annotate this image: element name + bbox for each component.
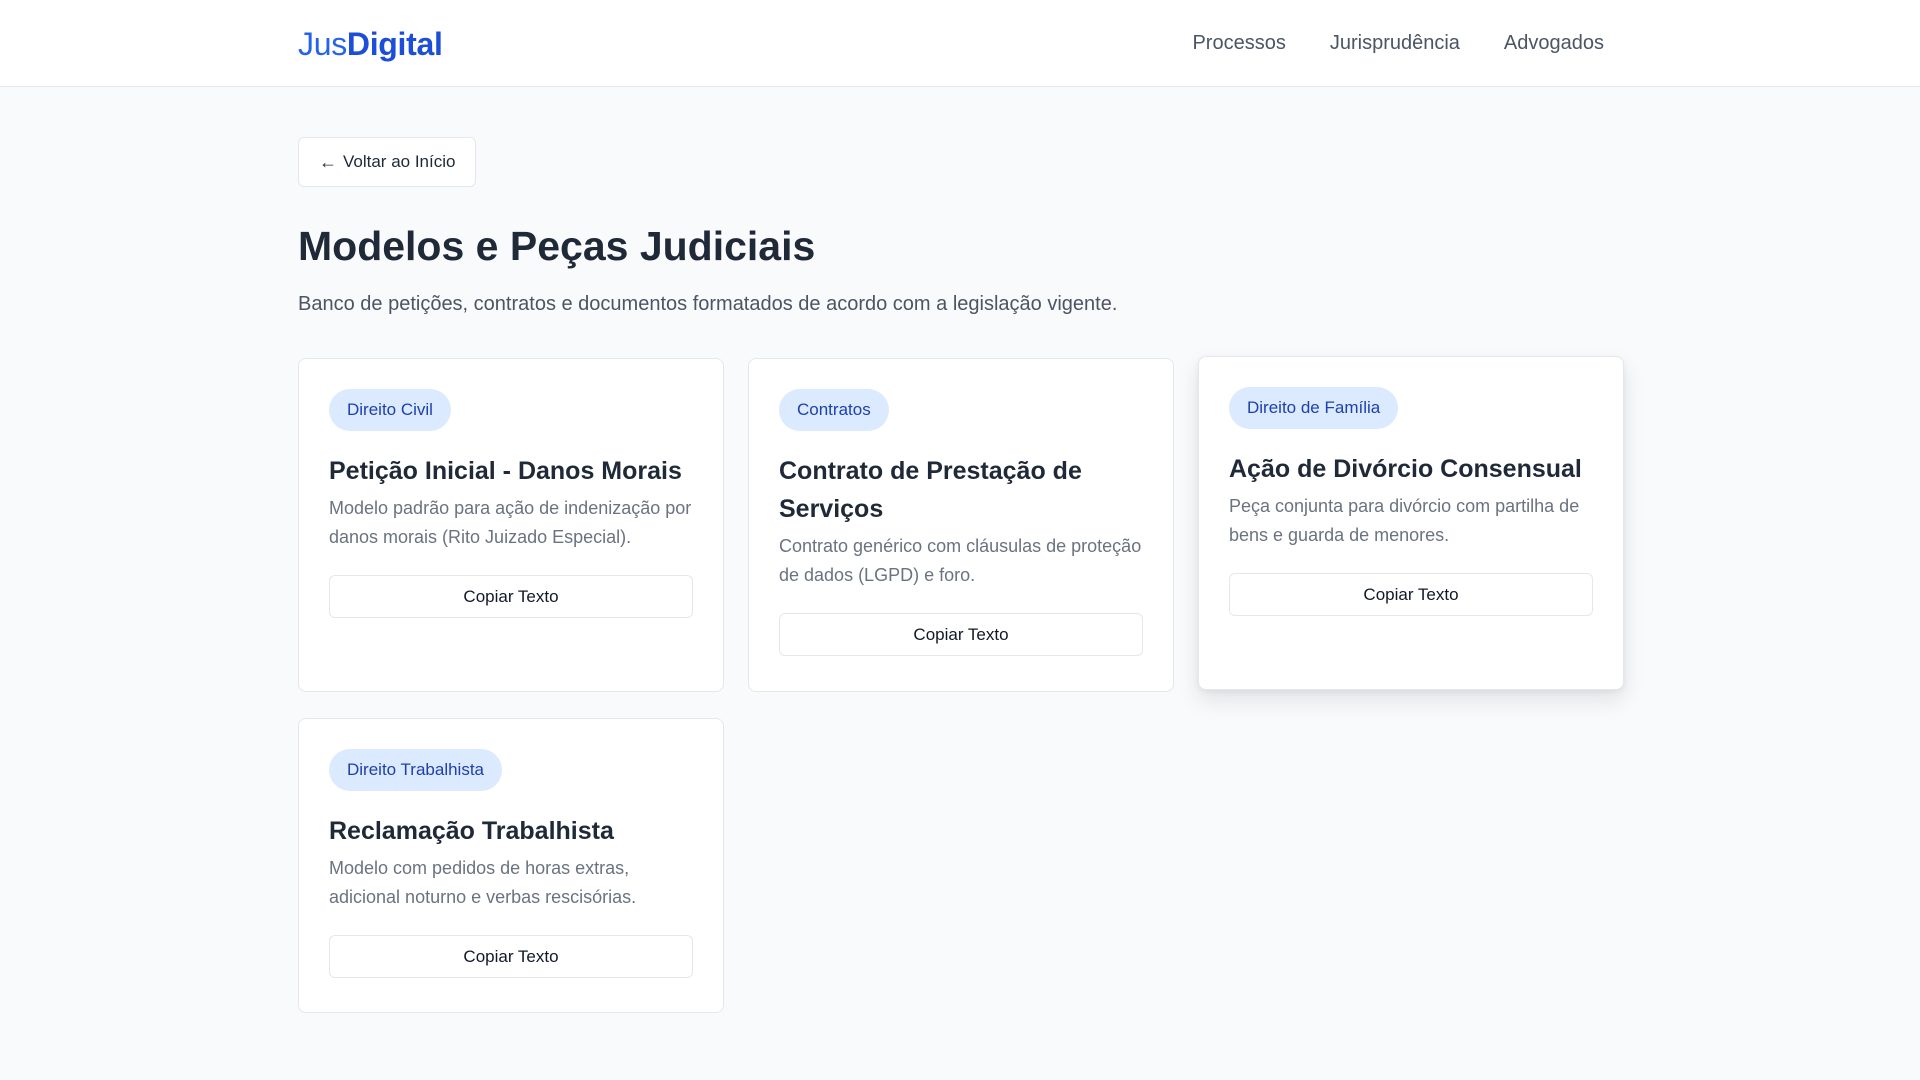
template-card-divorcio-consensual: Direito de Família Ação de Divórcio Cons… xyxy=(1198,356,1624,690)
template-title: Reclamação Trabalhista xyxy=(329,817,614,845)
category-badge: Direito Trabalhista xyxy=(329,749,503,791)
page-subtitle: Banco de petições, contratos e documento… xyxy=(298,293,1118,315)
category-badge: Direito Civil xyxy=(329,389,451,431)
logo-text-regular: Jus xyxy=(298,26,347,62)
copy-text-button[interactable]: Copiar Texto xyxy=(329,935,693,978)
back-button-label: Voltar ao Início xyxy=(343,152,456,171)
top-header: JusDigital Processos Jurisprudência Advo… xyxy=(0,0,1920,87)
arrow-left-icon: ← xyxy=(319,151,337,172)
template-description: Peça conjunta para divórcio com partilha… xyxy=(1229,496,1580,545)
template-card-danos-morais: Direito Civil Petição Inicial - Danos Mo… xyxy=(298,358,724,692)
logo-text-bold: Digital xyxy=(346,26,443,62)
main-content: ← Voltar ao Início Modelos e Peças Judic… xyxy=(298,137,1624,1013)
template-title: Contrato de Prestação de Serviços xyxy=(779,457,1082,523)
template-description: Modelo com pedidos de horas extras, adic… xyxy=(329,858,637,907)
template-title: Ação de Divórcio Consensual xyxy=(1229,455,1582,483)
template-description: Modelo padrão para ação de indenização p… xyxy=(329,498,692,547)
copy-text-button[interactable]: Copiar Texto xyxy=(1229,573,1593,616)
template-title: Petição Inicial - Danos Morais xyxy=(329,457,682,485)
template-card-reclamacao-trabalhista: Direito Trabalhista Reclamação Trabalhis… xyxy=(298,718,724,1013)
nav-link-jurisprudencia[interactable]: Jurisprudência xyxy=(1330,30,1460,56)
logo[interactable]: JusDigital xyxy=(298,24,443,64)
back-to-home-button[interactable]: ← Voltar ao Início xyxy=(298,137,477,187)
template-card-prestacao-servicos: Contratos Contrato de Prestação de Servi… xyxy=(748,358,1174,692)
nav-link-processos[interactable]: Processos xyxy=(1192,30,1285,56)
templates-grid: Direito Civil Petição Inicial - Danos Mo… xyxy=(298,356,1624,1018)
category-badge: Direito de Família xyxy=(1229,387,1399,429)
copy-text-button[interactable]: Copiar Texto xyxy=(329,575,693,618)
main-nav: Processos Jurisprudência Advogados xyxy=(1192,30,1604,56)
page-title: Modelos e Peças Judiciais xyxy=(298,223,816,269)
copy-text-button[interactable]: Copiar Texto xyxy=(779,613,1143,656)
category-badge: Contratos xyxy=(779,389,889,431)
nav-link-advogados[interactable]: Advogados xyxy=(1504,30,1604,56)
template-description: Contrato genérico com cláusulas de prote… xyxy=(779,536,1142,585)
